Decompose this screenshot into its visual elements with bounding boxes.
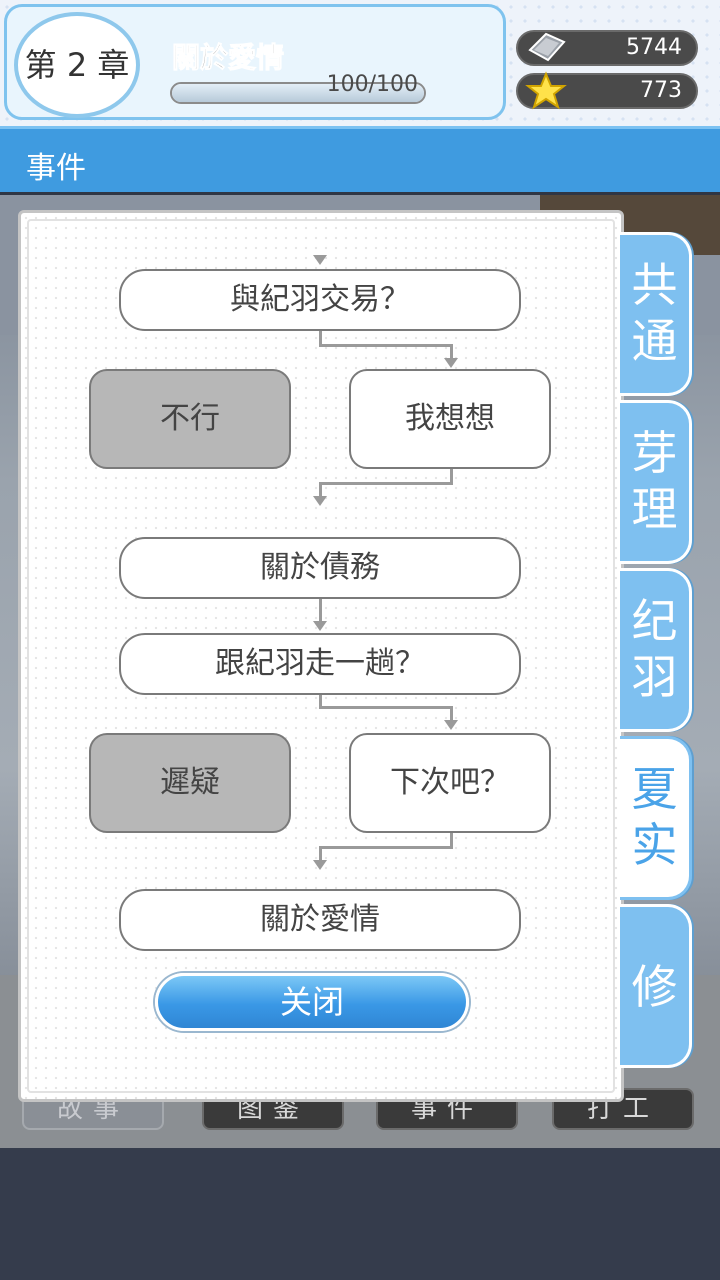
side-tab-natsumi[interactable]: 夏实 xyxy=(620,736,692,900)
progress-text: 100/100 xyxy=(326,72,418,97)
flow-node-next-time[interactable]: 下次吧？ xyxy=(349,733,551,833)
ticket-count: 5744 xyxy=(626,35,682,60)
side-tab-label: 共通 xyxy=(631,258,678,368)
section-title-bar: 事件 xyxy=(0,126,720,192)
arrow-head xyxy=(313,860,327,870)
event-flow-modal: 與紀羽交易？ 不行 我想想 關於債務 跟紀羽走一趟？ 遲疑 下次吧？ 關於愛情 … xyxy=(18,210,624,1102)
side-tab-shu[interactable]: 修 xyxy=(620,904,692,1068)
ticket-counter: 5744 xyxy=(516,30,698,66)
arrow-head xyxy=(444,358,458,368)
flow-node-go-with-kiu[interactable]: 跟紀羽走一趟？ xyxy=(119,633,521,695)
chapter-title: 關於愛情 xyxy=(171,41,285,75)
connector-line xyxy=(319,597,322,621)
connector-line xyxy=(450,706,453,720)
star-counter: 773 xyxy=(516,71,698,110)
side-tab-common[interactable]: 共通 xyxy=(620,232,692,396)
side-tab-label: 修 xyxy=(631,960,678,1014)
connector-line xyxy=(319,706,453,709)
section-title: 事件 xyxy=(26,151,86,186)
arrow-head xyxy=(313,496,327,506)
flow-node-trade-with-kiu[interactable]: 與紀羽交易？ xyxy=(119,269,521,331)
side-tab-meri[interactable]: 芽理 xyxy=(620,400,692,564)
connector-line xyxy=(450,344,453,358)
connector-line xyxy=(319,846,322,860)
side-tab-kiu[interactable]: 纪羽 xyxy=(620,568,692,732)
close-button[interactable]: 关闭 xyxy=(155,973,469,1031)
flow-node-refuse[interactable]: 不行 xyxy=(89,369,291,469)
flow-node-about-love[interactable]: 關於愛情 xyxy=(119,889,521,951)
event-flowchart[interactable]: 與紀羽交易？ 不行 我想想 關於債務 跟紀羽走一趟？ 遲疑 下次吧？ 關於愛情 xyxy=(21,213,627,953)
connector-line xyxy=(319,482,453,485)
flow-node-hesitate[interactable]: 遲疑 xyxy=(89,733,291,833)
top-header: 第 2 章 關於愛情 100/100 5744 773 xyxy=(0,0,720,126)
connector-line xyxy=(319,846,453,849)
flow-node-think[interactable]: 我想想 xyxy=(349,369,551,469)
arrow-head xyxy=(313,255,327,265)
star-count: 773 xyxy=(640,78,682,103)
side-tab-label: 纪羽 xyxy=(631,594,678,704)
chapter-badge: 第 2 章 xyxy=(14,12,140,118)
flow-node-about-debt[interactable]: 關於債務 xyxy=(119,537,521,599)
star-icon xyxy=(525,71,567,110)
connector-line xyxy=(319,482,322,496)
arrow-head xyxy=(313,621,327,631)
side-tab-label: 芽理 xyxy=(631,426,678,536)
arrow-head xyxy=(444,720,458,730)
connector-line xyxy=(319,344,453,347)
side-tab-label: 夏实 xyxy=(631,762,678,872)
ticket-icon xyxy=(528,32,566,62)
bottom-area xyxy=(0,1148,720,1280)
